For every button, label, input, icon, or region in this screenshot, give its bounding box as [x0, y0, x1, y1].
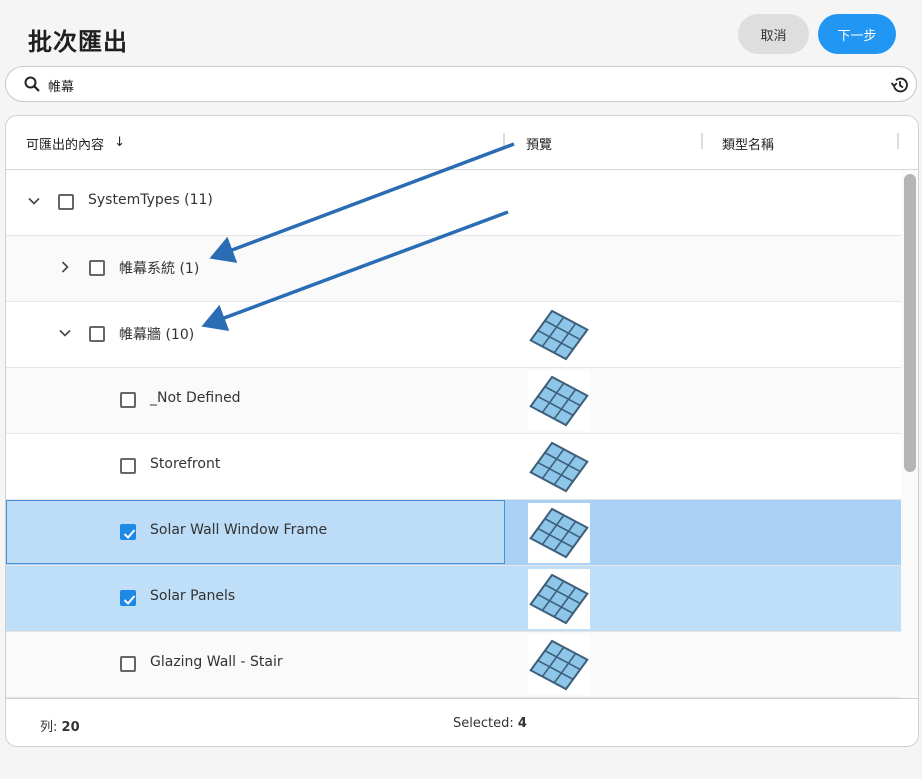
column-separator[interactable]	[897, 133, 899, 149]
row-checkbox[interactable]	[120, 458, 136, 474]
row-checkbox-checked[interactable]	[120, 590, 136, 606]
chevron-down-icon[interactable]	[58, 326, 72, 340]
column-separator[interactable]	[701, 133, 703, 149]
chevron-right-icon[interactable]	[58, 260, 72, 274]
curtain-wall-preview-icon	[528, 305, 590, 365]
curtain-wall-preview-icon	[528, 437, 590, 497]
column-header-type-name[interactable]: 類型名稱	[722, 134, 774, 153]
cancel-button[interactable]: 取消	[738, 14, 809, 54]
table-row[interactable]: 帷幕牆 (10)	[6, 302, 901, 368]
row-checkbox[interactable]	[58, 194, 74, 210]
table-body: SystemTypes (11) 帷幕系統 (1) 帷幕牆 (10) _Not …	[6, 170, 901, 698]
search-icon	[24, 76, 40, 96]
scrollbar-thumb[interactable]	[904, 174, 916, 472]
table-header: 可匯出的內容 ↓ 預覽 類型名稱	[6, 116, 918, 170]
table-row[interactable]: _Not Defined	[6, 368, 901, 434]
next-button[interactable]: 下一步	[818, 14, 896, 54]
table-row[interactable]: Storefront	[6, 434, 901, 500]
row-label: Solar Panels	[150, 588, 236, 604]
curtain-wall-preview-icon	[528, 635, 590, 695]
row-label: Storefront	[150, 456, 221, 472]
dialog-title: 批次匯出	[28, 28, 128, 56]
row-count: 列: 20	[40, 720, 80, 735]
table-row[interactable]: Glazing Wall - Stair	[6, 632, 901, 698]
row-label: 帷幕系統 (1)	[119, 261, 200, 277]
table-row[interactable]: 帷幕系統 (1)	[6, 236, 901, 302]
column-header-preview[interactable]: 預覽	[526, 134, 552, 153]
search-input[interactable]	[46, 73, 870, 97]
row-label: Glazing Wall - Stair	[150, 654, 283, 670]
table-row-selected[interactable]: Solar Wall Window Frame	[6, 500, 901, 566]
row-checkbox[interactable]	[120, 656, 136, 672]
row-label: 帷幕牆 (10)	[119, 327, 195, 343]
row-checkbox[interactable]	[120, 392, 136, 408]
sort-arrow-icon: ↓	[114, 135, 126, 150]
row-checkbox[interactable]	[89, 326, 105, 342]
history-icon[interactable]	[890, 75, 910, 99]
curtain-wall-preview-icon	[528, 569, 590, 629]
curtain-wall-preview-icon	[528, 371, 590, 431]
row-checkbox-checked[interactable]	[120, 524, 136, 540]
row-checkbox[interactable]	[89, 260, 105, 276]
column-separator[interactable]	[503, 133, 505, 149]
row-label: SystemTypes (11)	[88, 192, 213, 208]
row-label: Solar Wall Window Frame	[150, 522, 328, 538]
export-table: 可匯出的內容 ↓ 預覽 類型名稱 SystemTypes (11) 帷幕系統 (…	[5, 115, 919, 747]
selected-count: Selected: 4	[453, 716, 527, 731]
column-header-content[interactable]: 可匯出的內容 ↓	[26, 134, 125, 153]
curtain-wall-preview-icon	[528, 503, 590, 563]
chevron-down-icon[interactable]	[27, 194, 41, 208]
table-footer: 列: 20 Selected: 4	[6, 698, 918, 746]
table-row-selected[interactable]: Solar Panels	[6, 566, 901, 632]
table-row[interactable]: SystemTypes (11)	[6, 170, 901, 236]
search-bar	[5, 66, 917, 102]
row-label: _Not Defined	[150, 390, 241, 406]
